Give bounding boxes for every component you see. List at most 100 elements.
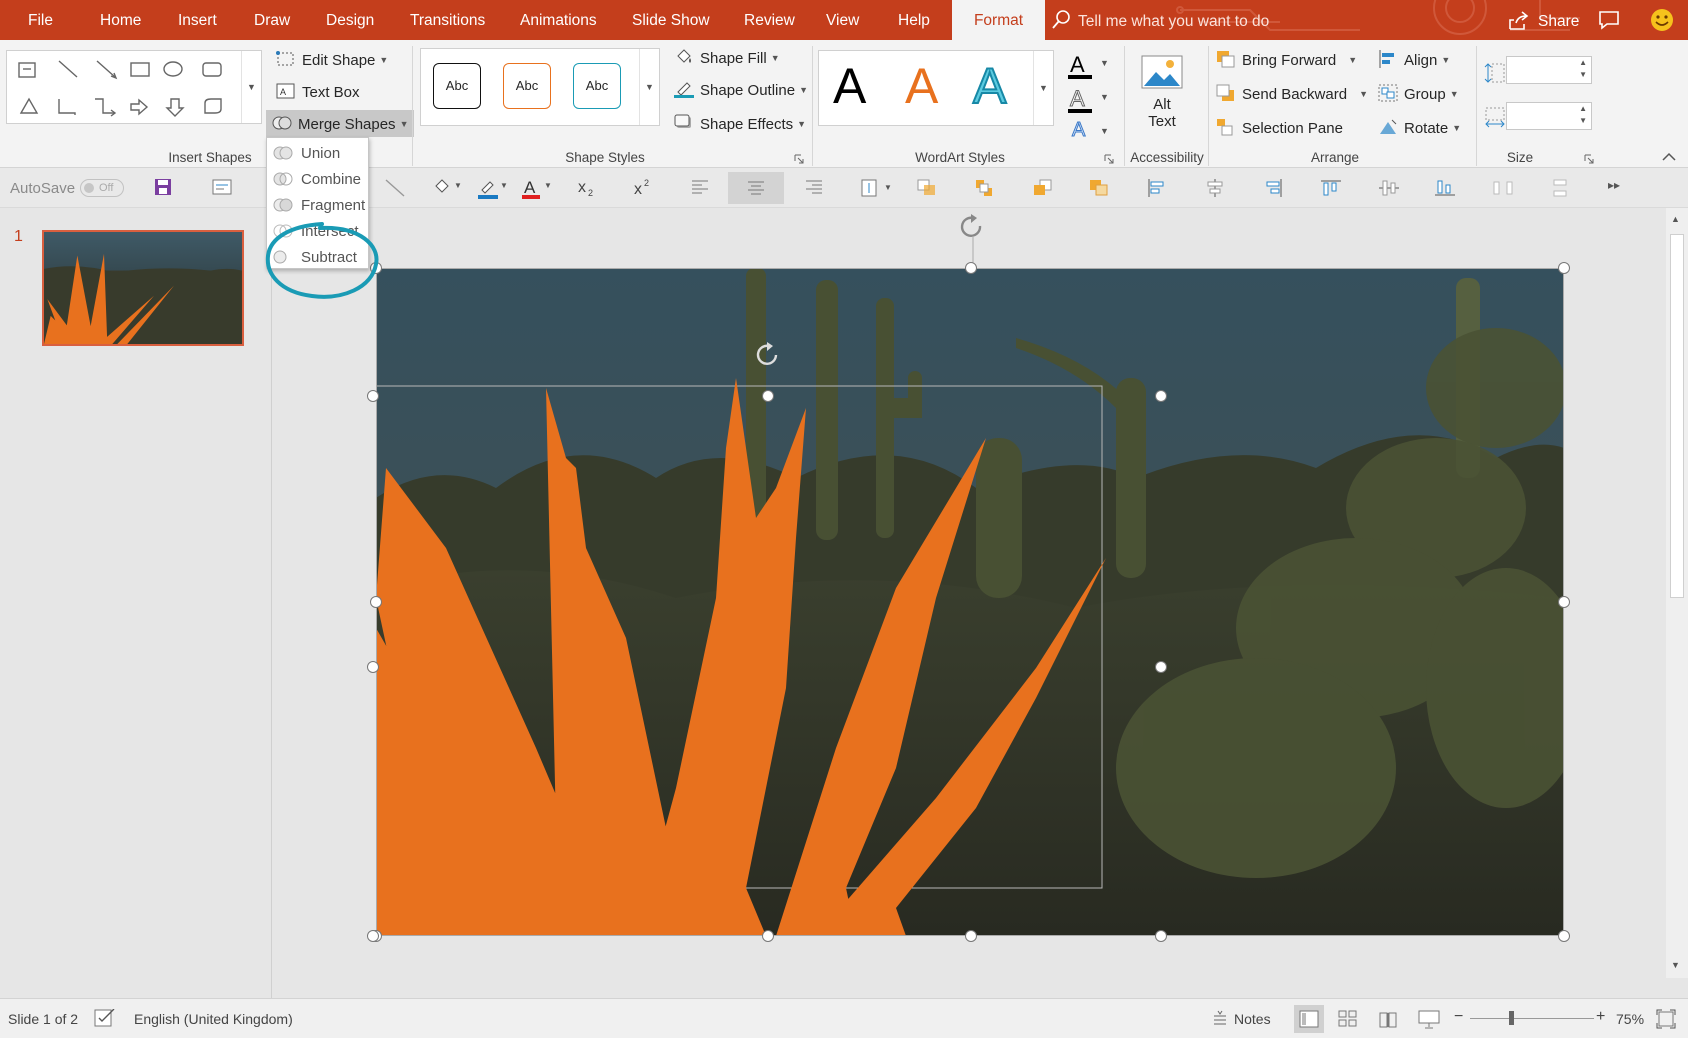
- rotate-handle-icon[interactable]: [958, 214, 988, 268]
- text-fill-outline-effects-icons[interactable]: A ▼ A ▼ A ▼: [1068, 50, 1108, 150]
- align-objects-left-icon[interactable]: [1146, 178, 1168, 198]
- arrange-objects-icon[interactable]: [916, 178, 938, 198]
- text-box-button[interactable]: A Text Box: [276, 82, 360, 101]
- notes-button[interactable]: Notes: [1234, 1011, 1271, 1027]
- tab-insert[interactable]: Insert: [168, 0, 227, 40]
- fit-to-window-icon[interactable]: [1656, 1009, 1676, 1029]
- align-objects-middle-icon[interactable]: [1378, 178, 1400, 198]
- tab-slide-show[interactable]: Slide Show: [622, 0, 720, 40]
- align-right-icon[interactable]: [804, 178, 824, 196]
- tab-animations[interactable]: Animations: [510, 0, 607, 40]
- shape-style-teal[interactable]: Abc: [573, 63, 621, 109]
- shape-styles-more-button[interactable]: ▼: [639, 49, 659, 125]
- desert-photo-with-agave-shape[interactable]: [376, 268, 1564, 936]
- rotate-handle-icon[interactable]: [754, 340, 784, 370]
- fill-color-icon[interactable]: ▼: [432, 178, 464, 198]
- dialog-launcher-icon[interactable]: [1104, 154, 1114, 164]
- shapes-gallery[interactable]: ▼: [6, 50, 262, 124]
- slide-thumbnail[interactable]: [42, 230, 244, 346]
- dialog-launcher-icon[interactable]: [1584, 154, 1594, 164]
- shape-style-black[interactable]: Abc: [433, 63, 481, 109]
- shape-style-orange[interactable]: Abc: [503, 63, 551, 109]
- selection-pane-button[interactable]: Selection Pane: [1216, 118, 1343, 137]
- wordart-gallery[interactable]: A A A ▼: [818, 50, 1054, 126]
- tell-me-search[interactable]: Tell me what you want to do: [1052, 0, 1269, 40]
- send-to-back-icon[interactable]: [1088, 178, 1110, 198]
- align-center-button[interactable]: [728, 172, 784, 204]
- resize-handle[interactable]: [965, 262, 977, 274]
- align-objects-center-icon[interactable]: [1204, 178, 1226, 198]
- text-direction-icon[interactable]: ▼: [860, 178, 896, 198]
- resize-handle[interactable]: [367, 661, 379, 673]
- language-indicator[interactable]: English (United Kingdom): [134, 1011, 293, 1027]
- resize-handle[interactable]: [1558, 596, 1570, 608]
- shape-fill-button[interactable]: Shape Fill ▼: [674, 48, 780, 67]
- tab-home[interactable]: Home: [90, 0, 151, 40]
- slide-show-icon[interactable]: [1418, 1009, 1440, 1029]
- wordart-style-black[interactable]: A: [833, 57, 866, 115]
- resize-handle[interactable]: [762, 930, 774, 942]
- resize-handle[interactable]: [1155, 390, 1167, 402]
- tab-help[interactable]: Help: [888, 0, 940, 40]
- align-objects-bottom-icon[interactable]: [1434, 178, 1456, 198]
- rotate-button[interactable]: Rotate ▼: [1378, 118, 1461, 137]
- merge-combine-item[interactable]: Combine: [267, 166, 368, 192]
- distribute-horizontally-icon[interactable]: [1492, 178, 1514, 198]
- resize-handle[interactable]: [1558, 930, 1570, 942]
- bring-forward-button[interactable]: Bring Forward ▼: [1216, 50, 1357, 69]
- vertical-scrollbar[interactable]: ▲ ▼: [1666, 208, 1688, 978]
- scroll-down-icon[interactable]: ▼: [1671, 960, 1680, 970]
- resize-handle[interactable]: [1155, 661, 1167, 673]
- group-button[interactable]: Group ▼: [1378, 84, 1459, 103]
- subscript-icon[interactable]: x2: [576, 178, 598, 198]
- new-slide-icon[interactable]: [212, 178, 232, 196]
- comments-icon[interactable]: [1598, 10, 1620, 30]
- quick-styles-icon[interactable]: [974, 178, 996, 198]
- tab-transitions[interactable]: Transitions: [400, 0, 495, 40]
- bring-to-front-icon[interactable]: [1032, 178, 1054, 198]
- normal-view-button[interactable]: [1294, 1005, 1324, 1033]
- wordart-style-orange[interactable]: A: [905, 57, 938, 115]
- zoom-slider-track[interactable]: [1470, 1018, 1594, 1019]
- tab-draw[interactable]: Draw: [244, 0, 300, 40]
- resize-handle[interactable]: [965, 930, 977, 942]
- collapse-ribbon-icon[interactable]: [1662, 152, 1676, 162]
- shape-outline-button[interactable]: Shape Outline ▼: [674, 80, 808, 99]
- resize-handle[interactable]: [1155, 930, 1167, 942]
- tab-file[interactable]: File: [18, 0, 63, 40]
- superscript-icon[interactable]: x2: [632, 178, 654, 198]
- zoom-in-button[interactable]: +: [1596, 1008, 1605, 1026]
- tab-review[interactable]: Review: [734, 0, 805, 40]
- dialog-launcher-icon[interactable]: [794, 154, 804, 164]
- distribute-vertically-icon[interactable]: [1550, 178, 1572, 198]
- alt-text-button[interactable]: Alt Text: [1132, 50, 1192, 146]
- reading-view-icon[interactable]: [1378, 1010, 1398, 1028]
- shapes-gallery-more-button[interactable]: ▼: [241, 51, 261, 123]
- zoom-level[interactable]: 75%: [1616, 1011, 1644, 1027]
- align-button[interactable]: Align ▼: [1378, 50, 1450, 69]
- outline-color-icon[interactable]: ▼: [478, 178, 510, 200]
- autosave-toggle[interactable]: Off: [80, 179, 124, 197]
- resize-handle[interactable]: [367, 390, 379, 402]
- scroll-up-icon[interactable]: ▲: [1671, 214, 1680, 224]
- zoom-slider-thumb[interactable]: [1509, 1011, 1514, 1025]
- scrollbar-thumb[interactable]: [1670, 234, 1684, 598]
- zoom-out-button[interactable]: −: [1454, 1008, 1463, 1026]
- slide-sorter-icon[interactable]: [1338, 1010, 1358, 1028]
- font-color-icon[interactable]: A ▼: [522, 178, 554, 200]
- merge-union-item[interactable]: Union: [267, 140, 368, 166]
- resize-handle[interactable]: [370, 596, 382, 608]
- resize-handle[interactable]: [367, 930, 379, 942]
- send-backward-button[interactable]: Send Backward ▼: [1216, 84, 1368, 103]
- tab-view[interactable]: View: [816, 0, 869, 40]
- wordart-more-button[interactable]: ▼: [1033, 51, 1053, 125]
- shape-height-input[interactable]: ▲ ▼: [1506, 56, 1592, 84]
- merge-shapes-button[interactable]: Merge Shapes ▼: [266, 110, 415, 137]
- wordart-style-teal[interactable]: A: [972, 57, 1007, 115]
- shape-styles-gallery[interactable]: Abc Abc Abc ▼: [420, 48, 660, 126]
- toolbar-overflow-icon[interactable]: ▸▸: [1608, 178, 1620, 192]
- edit-shape-button[interactable]: Edit Shape ▼: [276, 50, 388, 69]
- align-left-icon[interactable]: [690, 178, 710, 196]
- smiley-feedback-icon[interactable]: [1650, 8, 1674, 32]
- tab-format[interactable]: Format: [952, 0, 1045, 40]
